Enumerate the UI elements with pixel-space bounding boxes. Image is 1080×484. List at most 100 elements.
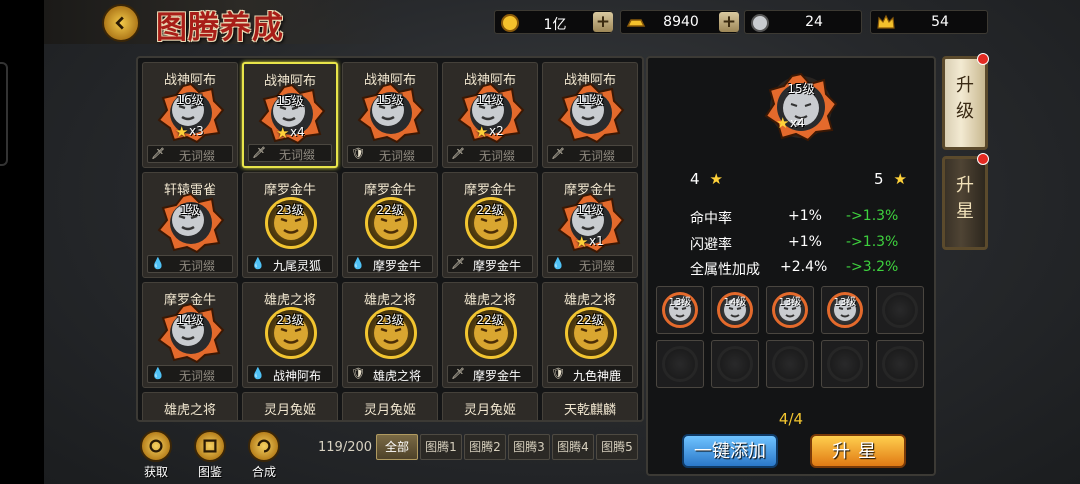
add-gold-button[interactable]: + <box>593 12 613 32</box>
stat-row: 命中率 +1% ->1.3% <box>690 208 920 230</box>
stat-value: +1% <box>788 234 822 250</box>
totem-card[interactable]: 战神阿布 14级 ★ x2 🗡 无词缀 <box>442 62 538 168</box>
totem-level: 22级 <box>576 313 604 327</box>
material-slot-empty[interactable] <box>711 340 759 388</box>
totem-card[interactable]: 雄虎之将 22级 🗡 摩罗金牛 <box>442 282 538 388</box>
totem-stars: x1 <box>589 234 604 248</box>
auto-add-button[interactable]: 一键添加 <box>682 434 778 468</box>
tab-upgrade[interactable]: 升级 <box>942 53 989 150</box>
totem-card[interactable]: 摩罗金牛 22级 💧 摩罗金牛 <box>342 172 438 278</box>
material-level: 13级 <box>833 297 857 308</box>
sword-icon: 🗡 <box>551 147 565 160</box>
stat-next-value: ->3.2% <box>846 259 899 275</box>
totem-level: 23级 <box>276 313 304 327</box>
resource-ingot: 8940 + <box>620 10 739 34</box>
crown-token-icon <box>877 14 895 29</box>
material-slot-empty[interactable] <box>876 340 924 388</box>
totem-name: 摩罗金牛 <box>463 183 516 198</box>
material-slot[interactable]: 13级 <box>656 286 704 334</box>
blood-icon: 💧 <box>251 367 265 380</box>
totem-name: 雄虎之将 <box>463 293 516 308</box>
totem-card[interactable]: 雄虎之将 23级 🛡 雄虎之将 <box>342 282 438 388</box>
material-slot-empty[interactable] <box>656 340 704 388</box>
material-slot[interactable]: 13级 <box>821 286 869 334</box>
star-up-button[interactable]: 升星 <box>810 434 906 468</box>
totem-level: 14级 <box>576 203 604 217</box>
codex-button[interactable]: 图鉴 <box>190 430 230 482</box>
blood-icon: 💧 <box>151 367 165 380</box>
affix-text: 无词缀 <box>578 259 615 273</box>
totem-card[interactable]: 灵月兔姬 <box>442 392 538 420</box>
totem-card[interactable]: 战神阿布 11级 🗡 无词缀 <box>542 62 638 168</box>
tab-star-up-label: 升星 <box>956 175 974 222</box>
totem-stars: x3 <box>189 124 204 138</box>
star-icon: ★ <box>475 123 489 141</box>
filter-tab-totem4[interactable]: 图腾4 <box>552 434 594 460</box>
filter-tab-totem3[interactable]: 图腾3 <box>508 434 550 460</box>
totem-card[interactable]: 摩罗金牛 23级 💧 九尾灵狐 <box>242 172 338 278</box>
affix-text: 摩罗金牛 <box>472 259 521 273</box>
totem-card[interactable]: 摩罗金牛 14级 ★ x1 💧 无词缀 <box>542 172 638 278</box>
totem-card[interactable]: 天乾麒麟 <box>542 392 638 420</box>
affix-bar: 💧 九尾灵狐 <box>247 255 333 273</box>
totem-card[interactable]: 雄虎之将 22级 🛡 九色神鹿 <box>542 282 638 388</box>
star-current-value: 4 <box>690 170 700 188</box>
material-level: 13级 <box>668 297 692 308</box>
totem-card[interactable]: 灵月兔姬 <box>242 392 338 420</box>
page-title: 图腾养成 <box>156 10 284 46</box>
affix-text: 九尾灵狐 <box>272 259 321 273</box>
stat-next-value: ->1.3% <box>846 208 899 224</box>
affix-bar: 🗡 无词缀 <box>248 144 332 162</box>
totem-card[interactable]: 灵月兔姬 <box>342 392 438 420</box>
selected-totem: 15级 ★ x4 <box>764 72 838 142</box>
totem-card[interactable]: 战神阿布 15级 ★ x4 🗡 无词缀 <box>242 62 338 168</box>
totem-card[interactable]: 摩罗金牛 22级 🗡 摩罗金牛 <box>442 172 538 278</box>
totem-card[interactable]: 轩辕雷雀 1级 💧 无词缀 <box>142 172 238 278</box>
material-slot-empty[interactable] <box>821 340 869 388</box>
totem-card[interactable]: 战神阿布 16级 ★ x3 🗡 无词缀 <box>142 62 238 168</box>
get-icon <box>140 430 172 462</box>
star-icon: ★ <box>575 233 589 251</box>
affix-text: 战神阿布 <box>272 369 321 383</box>
totem-name: 雄虎之将 <box>363 293 416 308</box>
material-progress: 4/4 <box>778 410 804 428</box>
synthesize-icon <box>248 430 280 462</box>
totem-card[interactable]: 雄虎之将 23级 💧 战神阿布 <box>242 282 338 388</box>
material-ring <box>882 346 918 382</box>
totem-card[interactable]: 摩罗金牛 14级 💧 无词缀 <box>142 282 238 388</box>
affix-text: 无词缀 <box>478 149 515 163</box>
material-level: 13级 <box>778 297 802 308</box>
star-icon: ★ <box>276 124 290 142</box>
blood-icon: 💧 <box>151 257 165 270</box>
tab-upgrade-label: 升级 <box>956 75 974 122</box>
star-next-value: 5 <box>874 170 884 188</box>
filter-tab-totem2[interactable]: 图腾2 <box>464 434 506 460</box>
add-ingot-button[interactable]: + <box>719 12 739 32</box>
synthesize-button[interactable]: 合成 <box>244 430 284 482</box>
device-notch <box>0 62 8 166</box>
notification-dot <box>977 53 989 65</box>
affix-bar: 💧 摩罗金牛 <box>347 255 433 273</box>
totem-card[interactable]: 战神阿布 15级 🛡 无词缀 <box>342 62 438 168</box>
get-button[interactable]: 获取 <box>136 430 176 482</box>
totem-name: 灵月兔姬 <box>363 403 416 418</box>
tab-star-up[interactable]: 升星 <box>942 153 989 250</box>
filter-tab-totem1[interactable]: 图腾1 <box>420 434 462 460</box>
affix-text: 摩罗金牛 <box>372 259 421 273</box>
totem-name: 天乾麒麟 <box>563 403 616 418</box>
material-slot-empty[interactable] <box>876 286 924 334</box>
totem-name: 雄虎之将 <box>163 403 216 418</box>
back-arrow-icon <box>115 16 124 30</box>
stat-name: 全属性加成 <box>690 262 760 278</box>
back-button[interactable] <box>102 4 140 42</box>
affix-bar: 🗡 摩罗金牛 <box>447 255 533 273</box>
filter-tab-all[interactable]: 全部 <box>376 434 418 460</box>
affix-text: 九色神鹿 <box>572 369 621 383</box>
material-slot-empty[interactable] <box>766 340 814 388</box>
affix-bar: 🛡 九色神鹿 <box>547 365 633 383</box>
material-slot[interactable]: 14级 <box>711 286 759 334</box>
totem-name: 雄虎之将 <box>563 293 616 308</box>
totem-card[interactable]: 雄虎之将 <box>142 392 238 420</box>
material-slot[interactable]: 13级 <box>766 286 814 334</box>
filter-tab-totem5[interactable]: 图腾5 <box>596 434 638 460</box>
